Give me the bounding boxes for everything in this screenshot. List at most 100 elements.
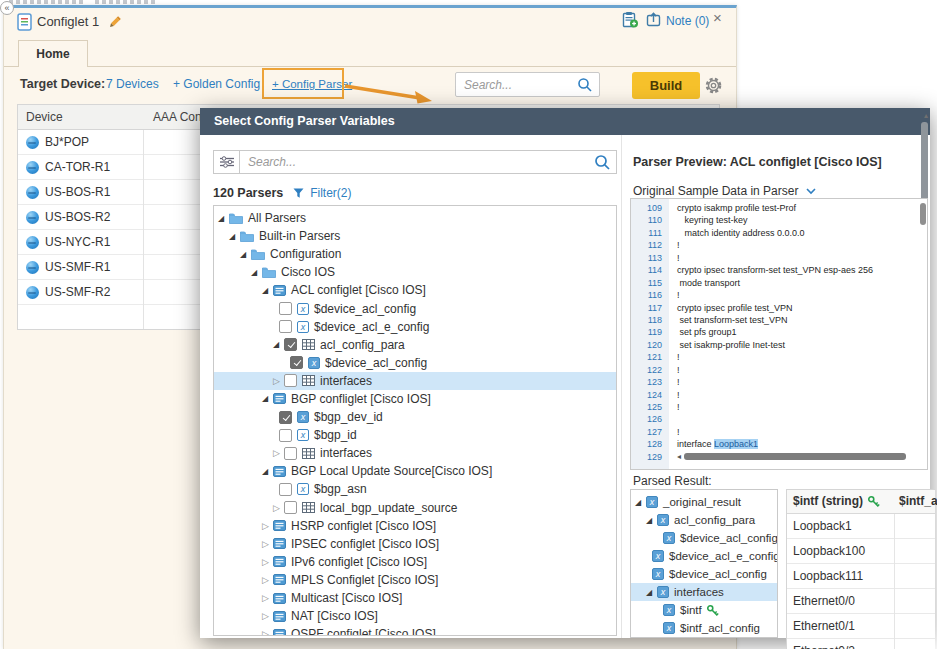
result-row[interactable]: Ethernet0/2 (787, 639, 935, 649)
collapsed-arrow-icon[interactable]: ▷ (262, 521, 273, 531)
result-row[interactable]: Ethernet0/0 (787, 589, 935, 614)
collapsed-arrow-icon[interactable]: ▷ (262, 575, 273, 585)
tree-item[interactable]: x$device_acl_config (631, 565, 777, 583)
checkbox[interactable] (284, 501, 297, 514)
checkbox[interactable] (279, 429, 292, 442)
column-header-intf[interactable]: $intf (string) (793, 494, 880, 508)
sample-data-code[interactable]: 109crypto isakmp profile test-Prof110 ke… (630, 198, 928, 470)
collapsed-arrow-icon[interactable]: ▷ (262, 629, 273, 636)
tree-item[interactable]: ▷OSPF configlet [Cisco IOS] (214, 625, 616, 636)
tree-item[interactable]: x$intf (631, 601, 777, 619)
expanded-arrow-icon[interactable]: ◢ (262, 467, 273, 476)
expanded-arrow-icon[interactable]: ◢ (240, 250, 251, 259)
golden-config-link[interactable]: + Golden Config (173, 77, 260, 91)
filter-sliders-icon[interactable] (214, 151, 240, 173)
scrollbar-thumb[interactable] (921, 122, 928, 204)
device-search-input[interactable]: Search... (455, 72, 600, 97)
tree-item[interactable]: ◢Built-in Parsers (214, 227, 616, 245)
expanded-arrow-icon[interactable]: ◢ (218, 214, 229, 223)
result-row[interactable]: Loopback100 (787, 539, 935, 564)
tree-item[interactable]: ▷interfaces (214, 444, 616, 462)
checkbox[interactable] (279, 320, 292, 333)
chevron-down-icon[interactable] (806, 188, 816, 195)
tree-item[interactable]: ◢acl_config_para (214, 336, 616, 354)
gear-icon[interactable] (704, 76, 723, 95)
variable-icon: x (663, 532, 675, 544)
checkbox[interactable] (279, 483, 292, 496)
tree-item[interactable]: ◢x_original_result (631, 493, 777, 511)
search-icon[interactable] (577, 77, 593, 93)
build-button[interactable]: Build (632, 72, 700, 99)
tree-item[interactable]: ◢ACL configlet [Cisco IOS] (214, 281, 616, 299)
edit-pencil-icon[interactable] (107, 15, 122, 30)
note-link[interactable]: Note (0) (666, 14, 709, 28)
tree-item[interactable]: x$device_acl_config (214, 354, 616, 372)
collapsed-arrow-icon[interactable]: ▷ (262, 611, 273, 621)
expanded-arrow-icon[interactable]: ◢ (646, 588, 657, 597)
search-icon[interactable] (594, 154, 611, 171)
close-icon[interactable]: × (713, 9, 722, 26)
tree-item[interactable]: ◢Cisco IOS (214, 263, 616, 281)
expanded-arrow-icon[interactable]: ◢ (251, 268, 262, 277)
tree-item[interactable]: ◢xinterfaces (631, 583, 777, 601)
tree-item[interactable]: x$intf_acl_config (631, 619, 777, 637)
tab-home[interactable]: Home (18, 40, 88, 67)
devices-link[interactable]: 7 Devices (106, 77, 159, 91)
tree-item[interactable]: ◢BGP confliglet [Cisco IOS] (214, 390, 616, 408)
expanded-arrow-icon[interactable]: ◢ (229, 232, 240, 241)
collapsed-arrow-icon[interactable]: ▷ (273, 448, 284, 458)
collapsed-arrow-icon[interactable]: ▷ (262, 539, 273, 549)
tree-item[interactable]: x$device_acl_config (214, 299, 616, 317)
collapsed-arrow-icon[interactable]: ▷ (262, 593, 273, 603)
tree-item[interactable]: x$bgp_id (214, 426, 616, 444)
tree-item[interactable]: ▷local_bgp_update_source (214, 499, 616, 517)
scrollbar-up-arrow[interactable]: ▴ (924, 111, 928, 120)
tree-item[interactable]: ▷IPSEC configlet [Cisco IOS] (214, 535, 616, 553)
checkbox[interactable] (279, 302, 292, 315)
tree-item[interactable]: x$bgp_asn (214, 480, 616, 498)
code-vertical-scrollbar[interactable] (920, 203, 926, 225)
expanded-arrow-icon[interactable]: ◢ (262, 394, 273, 403)
expanded-arrow-icon[interactable]: ◢ (262, 286, 273, 295)
checkbox[interactable] (284, 338, 297, 351)
filter-link[interactable]: Filter(2) (310, 186, 351, 200)
original-sample-label[interactable]: Original Sample Data in Parser (633, 184, 816, 198)
result-row[interactable]: Ethernet0/1 (787, 614, 935, 639)
expanded-arrow-icon[interactable]: ◢ (273, 340, 284, 349)
tree-item[interactable]: ▷Multicast [Cisco IOS] (214, 589, 616, 607)
column-header-device[interactable]: Device (26, 110, 63, 124)
collapse-panel-button[interactable]: « (0, 1, 14, 15)
tree-item[interactable]: ◢Configuration (214, 245, 616, 263)
result-row[interactable]: Loopback1 (787, 514, 935, 539)
expanded-arrow-icon[interactable]: ◢ (635, 498, 646, 507)
column-header-intf-a[interactable]: $intf_a (899, 494, 937, 508)
report-icon[interactable] (622, 11, 639, 28)
tree-item[interactable]: ▷HSRP configlet [Cisco IOS] (214, 517, 616, 535)
tree-item[interactable]: ◢BGP Local Update Source[Cisco IOS] (214, 462, 616, 480)
tree-item[interactable]: x$device_acl_config (631, 529, 777, 547)
tree-item[interactable]: ▷interfaces (214, 372, 616, 390)
tree-item[interactable]: x$device_acl_e_config (631, 547, 777, 565)
popout-icon[interactable] (646, 12, 662, 27)
tree-item[interactable]: ▷MPLS Configlet [Cisco IOS] (214, 571, 616, 589)
collapsed-arrow-icon[interactable]: ▷ (262, 557, 273, 567)
tree-item[interactable]: ◢xacl_config_para (631, 511, 777, 529)
result-row[interactable]: Loopback111 (787, 564, 935, 589)
funnel-icon[interactable] (293, 188, 304, 199)
checkbox[interactable] (284, 374, 297, 387)
code-horizontal-scrollbar[interactable]: ◂ (669, 451, 906, 463)
parser-count: 120 Parsers (213, 186, 283, 200)
parser-search-input[interactable]: Search... (213, 150, 617, 174)
tree-item[interactable]: ◢All Parsers (214, 209, 616, 227)
expanded-arrow-icon[interactable]: ◢ (646, 516, 657, 525)
checkbox[interactable] (284, 447, 297, 460)
code-line: 109crypto isakmp profile test-Prof (631, 202, 927, 214)
tree-item[interactable]: x$bgp_dev_id (214, 408, 616, 426)
tree-item[interactable]: ▷NAT [Cisco IOS] (214, 607, 616, 625)
tree-item[interactable]: x$device_acl_e_config (214, 318, 616, 336)
collapsed-arrow-icon[interactable]: ▷ (273, 376, 284, 386)
tree-item[interactable]: ▷IPv6 configlet [Cisco IOS] (214, 553, 616, 571)
checkbox[interactable] (279, 411, 292, 424)
collapsed-arrow-icon[interactable]: ▷ (273, 503, 284, 513)
checkbox[interactable] (290, 356, 303, 369)
